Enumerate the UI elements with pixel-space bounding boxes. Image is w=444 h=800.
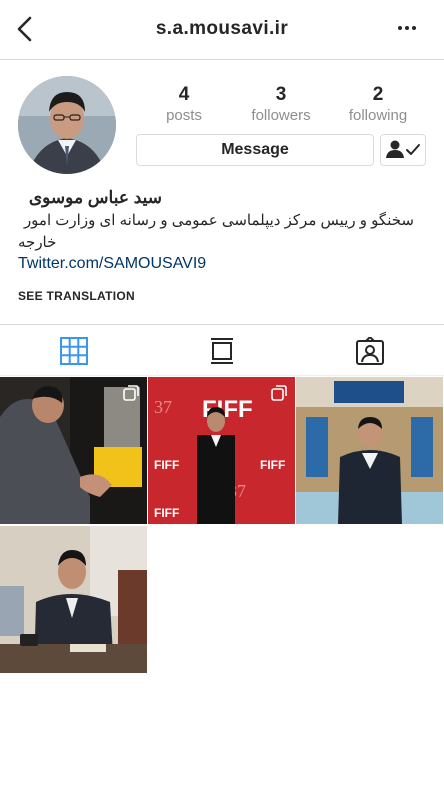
posts-label: posts	[166, 107, 202, 124]
tagged-icon[interactable]	[355, 337, 385, 365]
post-thumbnail[interactable]	[0, 526, 147, 673]
following-count-stat[interactable]: 2 following	[333, 84, 423, 126]
post-thumbnail[interactable]	[0, 377, 147, 524]
svg-text:FIFF: FIFF	[260, 458, 285, 472]
bio-line: خارجه	[18, 234, 57, 251]
grid-icon[interactable]	[59, 337, 89, 365]
following-button[interactable]	[380, 134, 426, 166]
profile-full-name: سید عباس موسوی	[28, 188, 162, 207]
svg-text:37: 37	[154, 397, 172, 417]
profile-website-link[interactable]: Twitter.com/SAMOUSAVI9	[18, 255, 206, 273]
post-thumbnail[interactable]: 37 FIFF FIFF FIFF 37 FIFF	[148, 377, 295, 524]
bio-line: سخنگو و رییس مرکز دیپلماسی عمومی و رسانه…	[23, 212, 414, 229]
followers-count: 3	[275, 84, 287, 105]
following-label: following	[348, 107, 408, 124]
profile-tab-bar	[0, 324, 444, 376]
feed-icon[interactable]	[207, 337, 237, 365]
more-horizontal-icon[interactable]	[398, 26, 418, 32]
followers-count-stat[interactable]: 3 followers	[236, 84, 326, 126]
svg-text:FIFF: FIFF	[154, 506, 179, 520]
person-check-icon	[386, 140, 420, 158]
multiple-posts-icon	[271, 385, 287, 401]
multiple-posts-icon	[123, 385, 139, 401]
followers-label: followers	[251, 107, 311, 124]
following-count: 2	[372, 84, 384, 105]
posts-count: 4	[178, 84, 190, 105]
message-button[interactable]: Message	[136, 134, 374, 166]
svg-text:FIFF: FIFF	[154, 458, 179, 472]
top-navigation-bar: s.a.mousavi.ir	[0, 0, 444, 60]
profile-username: s.a.mousavi.ir	[155, 18, 289, 39]
profile-avatar[interactable]	[18, 76, 116, 174]
post-thumbnail[interactable]	[296, 377, 443, 524]
posts-count-stat[interactable]: 4 posts	[139, 84, 229, 126]
see-translation-link[interactable]: SEE TRANSLATION	[18, 289, 135, 303]
